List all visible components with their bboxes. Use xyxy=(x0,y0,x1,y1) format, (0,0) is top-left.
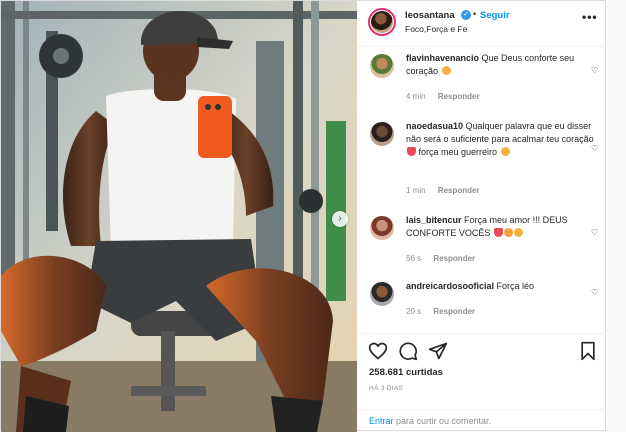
share-paper-plane-icon[interactable] xyxy=(428,341,448,361)
comment-time: 20 s xyxy=(406,307,422,316)
author-avatar[interactable] xyxy=(368,8,396,36)
next-photo-arrow[interactable]: › xyxy=(332,211,348,227)
folded-hands-emoji-icon xyxy=(441,66,451,75)
crying-face-emoji-icon xyxy=(513,228,523,237)
comment-time: 4 min xyxy=(406,92,426,101)
post-time[interactable]: HÁ 3 DIAS xyxy=(369,385,403,392)
post-photo[interactable]: › xyxy=(1,1,357,432)
likes-count[interactable]: 258.681 curtidas xyxy=(369,367,443,378)
login-prompt: Entrar para curtir ou comentar. xyxy=(369,416,491,426)
comment-text: lais_bitencur Força meu amor !!! DEUS CO… xyxy=(406,214,596,240)
follow-button[interactable]: Seguir xyxy=(480,10,510,21)
comment-text: naoedasua10 Qualquer palavra que eu diss… xyxy=(406,120,596,159)
login-prompt-text: para curtir ou comentar. xyxy=(393,416,492,426)
comment-meta: 56 s Responder xyxy=(406,254,485,263)
comment-body: Força léo xyxy=(496,281,535,291)
comment-text: flavinhavenancio Que Deus conforte seu c… xyxy=(406,52,596,78)
commenter-username[interactable]: flavinhavenancio xyxy=(406,53,479,63)
commenter-username[interactable]: lais_bitencur xyxy=(406,215,462,225)
comment-meta: 1 min Responder xyxy=(406,186,490,195)
verified-badge-icon: ✓ xyxy=(461,10,471,20)
like-comment-heart-icon[interactable]: ♡ xyxy=(591,144,598,153)
smiling-face-hearts-emoji-icon xyxy=(503,228,513,237)
like-comment-heart-icon[interactable]: ♡ xyxy=(591,66,598,75)
comment-meta: 4 min Responder xyxy=(406,92,490,101)
post-location[interactable]: Foco,Força e Fe xyxy=(405,24,467,34)
comment-time: 56 s xyxy=(406,254,422,263)
post-actions: 258.681 curtidas HÁ 3 DIAS Entrar para c… xyxy=(358,333,606,431)
instagram-post: › leosantana ✓ • Seguir Foco,Força e Fe … xyxy=(0,0,606,432)
crying-face-emoji-icon xyxy=(500,147,510,156)
commenter-avatar[interactable] xyxy=(370,54,394,78)
commenter-avatar[interactable] xyxy=(370,216,394,240)
comment-bubble-icon[interactable] xyxy=(398,341,418,361)
reply-button[interactable]: Responder xyxy=(438,92,480,101)
more-options-icon[interactable]: ••• xyxy=(582,10,598,24)
post-sidebar: leosantana ✓ • Seguir Foco,Força e Fe ••… xyxy=(358,1,606,430)
like-comment-heart-icon[interactable]: ♡ xyxy=(591,228,598,237)
commenter-username[interactable]: naoedasua10 xyxy=(406,121,463,131)
commenter-avatar[interactable] xyxy=(370,122,394,146)
gym-selfie-illustration xyxy=(1,1,357,432)
reply-button[interactable]: Responder xyxy=(433,254,475,263)
login-to-comment-bar: Entrar para curtir ou comentar. xyxy=(358,409,606,432)
post-header: leosantana ✓ • Seguir Foco,Força e Fe ••… xyxy=(358,1,606,47)
comment-meta: 20 s Responder xyxy=(406,307,485,316)
reply-button[interactable]: Responder xyxy=(433,307,475,316)
login-link[interactable]: Entrar xyxy=(369,416,394,426)
red-heart-emoji-icon xyxy=(493,228,503,237)
comments-list[interactable]: flavinhavenancio Que Deus conforte seu c… xyxy=(358,48,606,333)
comment-time: 1 min xyxy=(406,186,426,195)
comment-body-continued: força meu guerreiro xyxy=(416,147,498,157)
red-heart-emoji-icon xyxy=(407,147,416,156)
like-heart-icon[interactable] xyxy=(368,341,388,361)
reply-button[interactable]: Responder xyxy=(438,186,480,195)
save-bookmark-icon[interactable] xyxy=(578,341,598,361)
comment-text: andreicardosooficial Força léo xyxy=(406,280,596,293)
commenter-username[interactable]: andreicardosooficial xyxy=(406,281,494,291)
like-comment-heart-icon[interactable]: ♡ xyxy=(591,288,598,297)
author-username[interactable]: leosantana xyxy=(405,10,455,21)
separator-dot: • xyxy=(473,9,477,19)
commenter-avatar[interactable] xyxy=(370,282,394,306)
